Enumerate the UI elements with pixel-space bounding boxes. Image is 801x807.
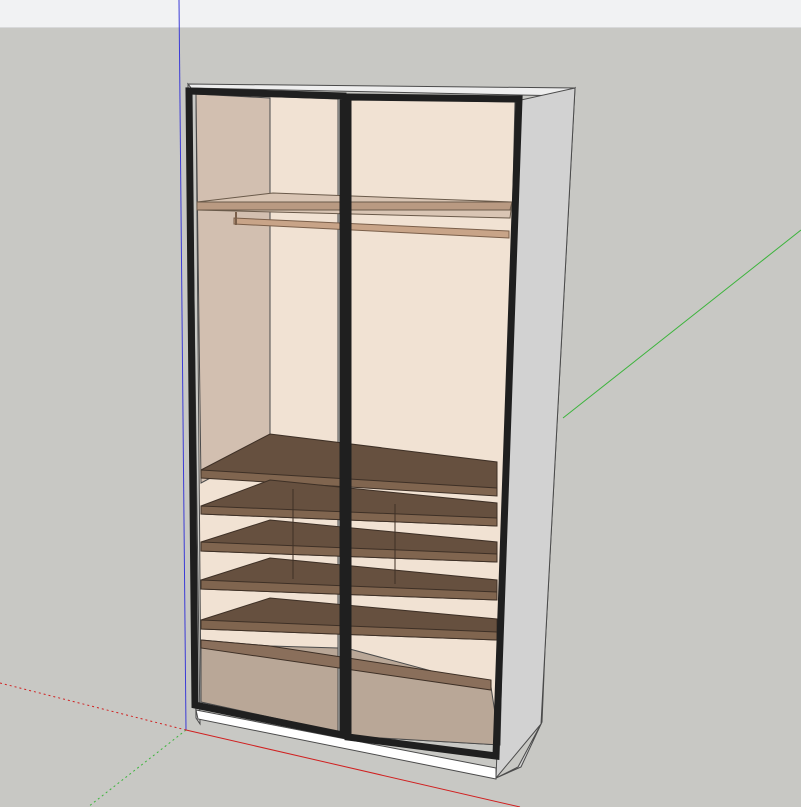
- model-scene[interactable]: [0, 0, 801, 807]
- blue-axis: [178, 0, 187, 731]
- sketchup-viewport[interactable]: [0, 0, 801, 807]
- red-axis-dotted: [0, 682, 187, 731]
- top-shelf-edge: [196, 201, 513, 211]
- green-axis: [562, 229, 801, 419]
- green-axis-dotted: [87, 729, 187, 807]
- left-interior-side: [195, 93, 271, 484]
- wardrobe-model[interactable]: [185, 82, 577, 780]
- right-interior-back: [345, 98, 516, 746]
